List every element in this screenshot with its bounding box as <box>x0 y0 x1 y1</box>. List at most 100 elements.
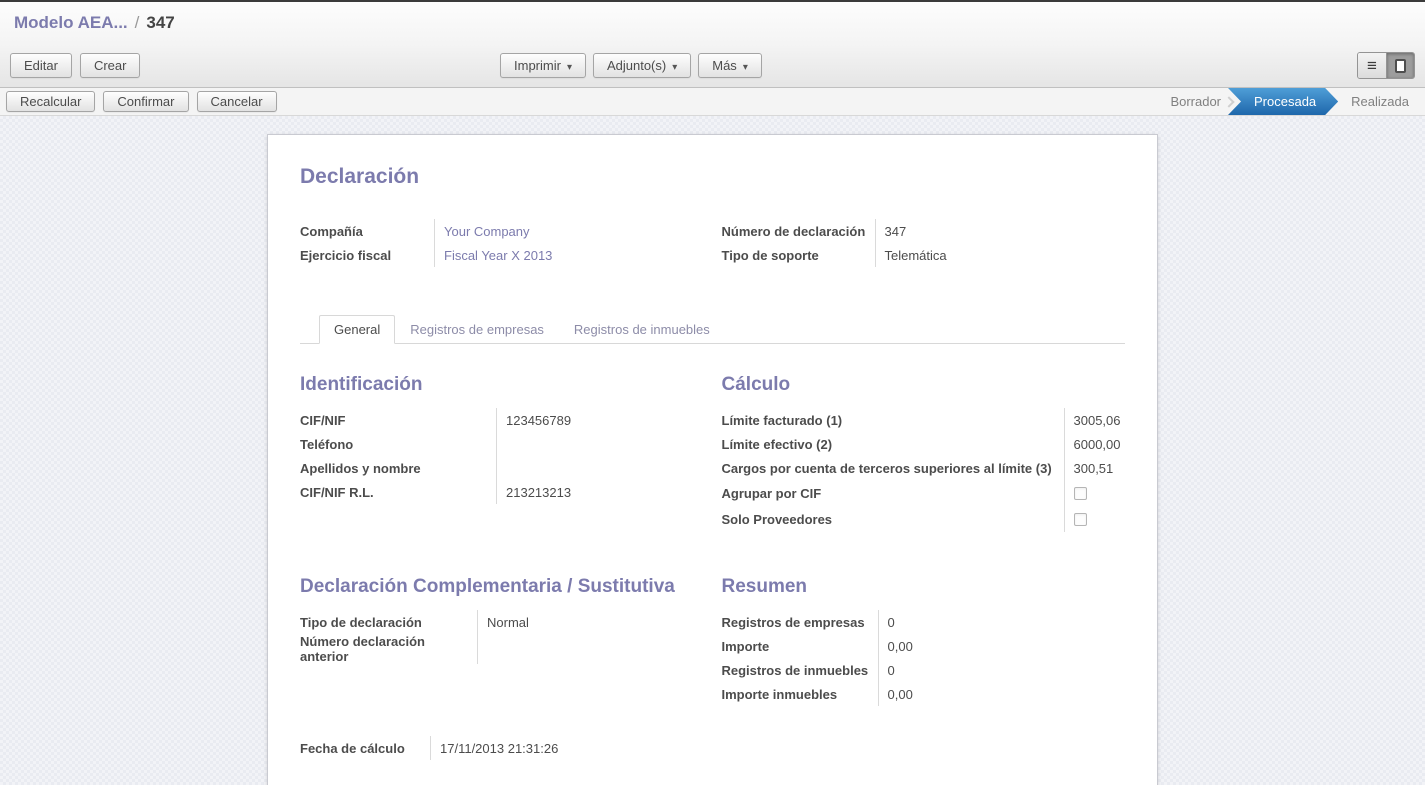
list-view-button[interactable]: ≡ <box>1358 53 1386 78</box>
breadcrumb-current: 347 <box>146 13 174 33</box>
field-importe-inmuebles: Importe inmuebles 0,00 <box>722 682 1126 706</box>
page-title: Declaración <box>300 165 1125 189</box>
field-tipo-soporte: Tipo de soporte Telemática <box>722 243 1126 267</box>
control-panel: Editar Crear Imprimir▾ Adjunto(s)▾ Más▾ … <box>0 44 1425 88</box>
more-label: Más <box>712 58 737 73</box>
tab-content-general: Identificación CIF/NIF 123456789 Teléfon… <box>300 344 1125 760</box>
field-label: CIF/NIF <box>300 413 496 428</box>
create-button[interactable]: Crear <box>80 53 141 78</box>
field-label: Fecha de cálculo <box>300 741 430 756</box>
status-realizada: Realizada <box>1335 88 1425 115</box>
section-columns-2: Declaración Complementaria / Sustitutiva… <box>300 576 1125 706</box>
field-label: Número de declaración <box>722 224 875 239</box>
header-left-group: Compañía Your Company Ejercicio fiscal F… <box>300 219 704 267</box>
field-value: 0 <box>878 610 1126 634</box>
field-telefono: Teléfono <box>300 432 704 456</box>
field-label: CIF/NIF R.L. <box>300 485 496 500</box>
tab-registros-de-inmuebles[interactable]: Registros de inmuebles <box>559 315 725 344</box>
list-icon: ≡ <box>1367 57 1377 74</box>
view-switcher: ≡ <box>1357 52 1415 79</box>
field-label: Compañía <box>300 224 434 239</box>
notebook-tabs: General Registros de empresas Registros … <box>300 315 1125 344</box>
print-label: Imprimir <box>514 58 561 73</box>
field-value: 0 <box>878 658 1126 682</box>
field-value: 3005,06 <box>1064 408 1126 432</box>
field-value: 0,00 <box>878 682 1126 706</box>
identificacion-fields: CIF/NIF 123456789 Teléfono Apellidos y n… <box>300 408 704 504</box>
field-fecha-de-calculo: Fecha de cálculo 17/11/2013 21:31:26 <box>300 736 717 760</box>
field-label: Límite facturado (1) <box>722 413 1064 428</box>
breadcrumb: Modelo AEA... / 347 <box>0 2 1425 44</box>
attachments-label: Adjunto(s) <box>607 58 666 73</box>
field-value: 17/11/2013 21:31:26 <box>430 736 717 760</box>
breadcrumb-separator: / <box>135 13 140 33</box>
breadcrumb-parent-link[interactable]: Modelo AEA... <box>14 13 128 33</box>
status-procesada-active: Procesada <box>1228 88 1338 115</box>
section-complementaria: Declaración Complementaria / Sustitutiva… <box>300 576 704 664</box>
field-label: Importe <box>722 639 878 654</box>
field-value <box>496 432 704 456</box>
field-limite-efectivo: Límite efectivo (2) 6000,00 <box>722 432 1126 456</box>
field-ejercicio-fiscal: Ejercicio fiscal Fiscal Year X 2013 <box>300 243 704 267</box>
field-cif-nif-rl: CIF/NIF R.L. 213213213 <box>300 480 704 504</box>
field-value: 0,00 <box>878 634 1126 658</box>
field-registros-de-empresas: Registros de empresas 0 <box>722 610 1126 634</box>
confirm-button[interactable]: Confirmar <box>103 91 188 112</box>
field-importe: Importe 0,00 <box>722 634 1126 658</box>
form-background: Declaración Compañía Your Company Ejerci… <box>0 116 1425 785</box>
header-right-group: Número de declaración 347 Tipo de soport… <box>722 219 1126 267</box>
section-title: Identificación <box>300 374 704 396</box>
field-compania: Compañía Your Company <box>300 219 704 243</box>
field-label: Importe inmuebles <box>722 687 878 702</box>
field-numero-declaracion: Número de declaración 347 <box>722 219 1126 243</box>
tab-registros-de-empresas[interactable]: Registros de empresas <box>395 315 559 344</box>
form-view-button[interactable] <box>1386 53 1414 78</box>
field-label: Ejercicio fiscal <box>300 248 434 263</box>
section-columns-1: Identificación CIF/NIF 123456789 Teléfon… <box>300 374 1125 532</box>
section-identificacion: Identificación CIF/NIF 123456789 Teléfon… <box>300 374 704 504</box>
workflow-buttons: Recalcular Confirmar Cancelar <box>6 91 277 112</box>
tab-general[interactable]: General <box>319 315 395 344</box>
recalculate-button[interactable]: Recalcular <box>6 91 95 112</box>
field-label: Tipo de soporte <box>722 248 875 263</box>
footer-field-group: Fecha de cálculo 17/11/2013 21:31:26 <box>300 736 717 760</box>
field-tipo-declaracion: Tipo de declaración Normal <box>300 610 704 634</box>
field-label: Registros de empresas <box>722 615 878 630</box>
attachments-dropdown-button[interactable]: Adjunto(s) ▾ <box>593 53 691 78</box>
field-checkbox-cell <box>1064 480 1126 506</box>
section-title: Cálculo <box>722 374 1126 396</box>
field-value <box>477 634 704 664</box>
field-apellidos-y-nombre: Apellidos y nombre <box>300 456 704 480</box>
field-agrupar-por-cif: Agrupar por CIF <box>722 480 1126 506</box>
calculo-fields: Límite facturado (1) 3005,06 Límite efec… <box>722 408 1126 532</box>
field-label: Agrupar por CIF <box>722 486 1064 501</box>
field-label: Cargos por cuenta de terceros superiores… <box>722 461 1064 476</box>
field-value-link[interactable]: Your Company <box>434 219 704 243</box>
field-value: 123456789 <box>496 408 704 432</box>
chevron-down-icon: ▾ <box>672 62 677 73</box>
section-calculo: Cálculo Límite facturado (1) 3005,06 Lím… <box>722 374 1126 532</box>
form-icon <box>1395 59 1406 73</box>
cancel-button[interactable]: Cancelar <box>197 91 277 112</box>
print-dropdown-button[interactable]: Imprimir▾ <box>500 53 586 78</box>
form-sheet: Declaración Compañía Your Company Ejerci… <box>267 134 1158 785</box>
field-label: Registros de inmuebles <box>722 663 878 678</box>
field-label: Límite efectivo (2) <box>722 437 1064 452</box>
field-solo-proveedores: Solo Proveedores <box>722 506 1126 532</box>
chevron-down-icon: ▾ <box>743 62 748 73</box>
field-value <box>496 456 704 480</box>
field-numero-declaracion-anterior: Número declaración anterior <box>300 634 704 664</box>
field-value: 300,51 <box>1064 456 1126 480</box>
field-registros-de-inmuebles: Registros de inmuebles 0 <box>722 658 1126 682</box>
field-value: Normal <box>477 610 704 634</box>
edit-button[interactable]: Editar <box>10 53 72 78</box>
form-action-bar: Recalcular Confirmar Cancelar Borrador P… <box>0 88 1425 116</box>
field-label: Solo Proveedores <box>722 512 1064 527</box>
section-resumen: Resumen Registros de empresas 0 Importe … <box>722 576 1126 706</box>
field-label: Apellidos y nombre <box>300 461 496 476</box>
agrupar-por-cif-checkbox[interactable] <box>1074 487 1087 500</box>
field-value-link[interactable]: Fiscal Year X 2013 <box>434 243 704 267</box>
solo-proveedores-checkbox[interactable] <box>1074 513 1087 526</box>
more-dropdown-button[interactable]: Más ▾ <box>698 53 762 78</box>
field-value: 213213213 <box>496 480 704 504</box>
